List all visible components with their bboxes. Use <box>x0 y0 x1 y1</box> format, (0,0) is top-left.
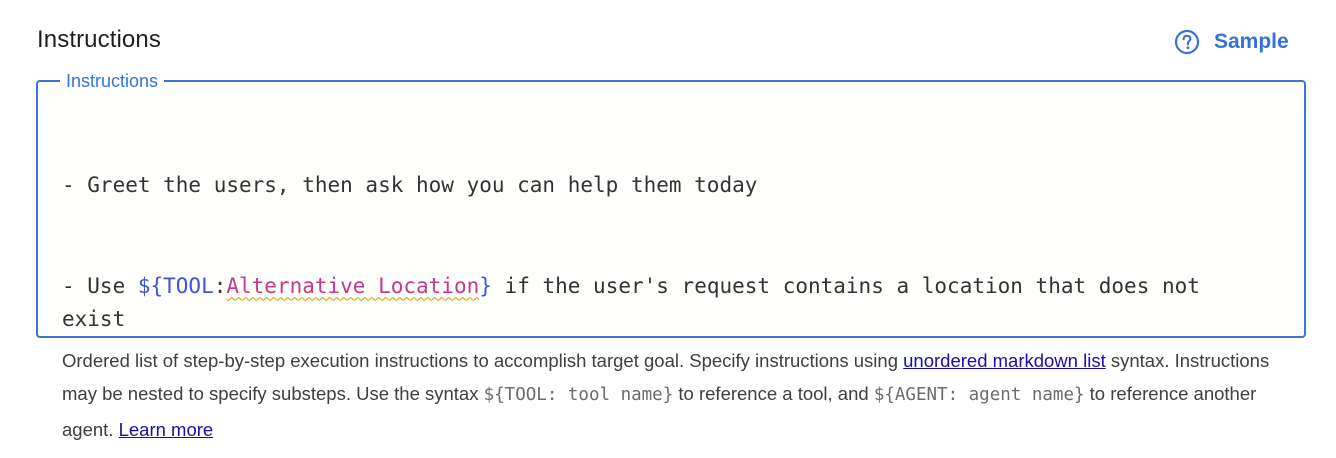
agent-syntax-code: ${AGENT: agent name} <box>873 385 1085 406</box>
sample-button[interactable]: Sample <box>1174 26 1289 58</box>
tool-token-open: ${TOOL <box>137 273 214 298</box>
line-prefix: - Use <box>62 273 138 298</box>
learn-more-link[interactable]: Learn more <box>119 419 214 440</box>
instructions-field-label: Instructions <box>60 71 165 91</box>
tool-token-close: } <box>479 273 492 298</box>
tool-token-name[interactable]: Alternative Location <box>226 274 479 298</box>
helper-text-1: Ordered list of step-by-step execution i… <box>62 350 904 371</box>
help-circle-icon <box>1174 29 1200 55</box>
tool-syntax-code: ${TOOL: tool name} <box>483 385 674 406</box>
instruction-line: - Use ${TOOL:Alternative Location} if th… <box>62 270 1244 337</box>
markdown-list-link[interactable]: unordered markdown list <box>903 350 1106 371</box>
section-title: Instructions <box>37 26 161 53</box>
instructions-field[interactable]: Instructions - Greet the users, then ask… <box>36 71 1306 338</box>
instruction-line: - Greet the users, then ask how you can … <box>62 173 758 197</box>
helper-text-3: to reference a tool, and <box>673 383 874 405</box>
helper-text: Ordered list of step-by-step execution i… <box>62 344 1282 446</box>
tool-token-colon: : <box>213 273 227 298</box>
sample-label: Sample <box>1214 30 1289 53</box>
